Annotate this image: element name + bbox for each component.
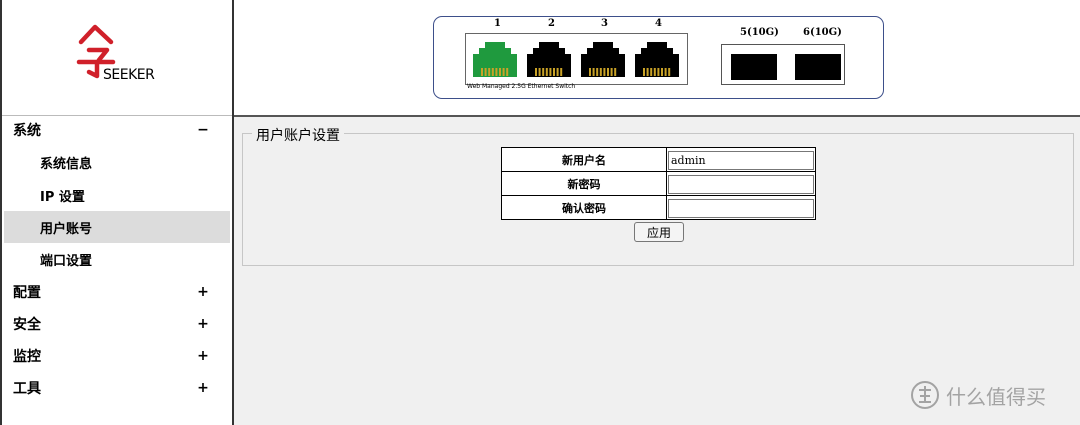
watermark: 什么值得买 [910, 380, 1046, 410]
sidebar-item-label: 系统信息 [40, 156, 93, 172]
sidebar-item-label: 系统 [13, 123, 41, 139]
form-cell [666, 147, 816, 172]
sidebar-item-label: 配置 [13, 285, 41, 301]
new-username-label: 新用户名 [501, 147, 667, 172]
sfp-label: 6(10G) [803, 27, 842, 38]
watermark-text: 什么值得买 [946, 384, 1046, 409]
switch-header: 1 2 3 4 Web Managed 2.5G Ethernet Switch… [234, 0, 1080, 117]
port-number: 2 [548, 18, 555, 29]
new-password-input[interactable] [668, 175, 814, 194]
sidebar-item-ip-settings[interactable]: IP 设置 [4, 179, 230, 211]
sidebar: SEEKER 系统 − 系统信息 IP 设置 用户账号 端口设置 配置 + 安全… [0, 0, 234, 425]
sidebar-item-tools[interactable]: 工具 + [4, 372, 230, 404]
new-username-input[interactable] [668, 151, 814, 170]
port-number: 1 [494, 18, 501, 29]
form-row: 新密码 [501, 171, 816, 196]
sidebar-item-system-info[interactable]: 系统信息 [4, 146, 230, 178]
new-password-label: 新密码 [501, 171, 667, 196]
confirm-password-label: 确认密码 [501, 195, 667, 220]
sidebar-item-port-settings[interactable]: 端口设置 [4, 243, 230, 275]
sidebar-item-label: IP 设置 [40, 189, 85, 205]
brand-logo: SEEKER [2, 0, 232, 116]
brand-text: SEEKER [103, 67, 155, 83]
sidebar-item-security[interactable]: 安全 + [4, 308, 230, 340]
section-title: 用户账户设置 [252, 125, 344, 145]
rj45-port-icon[interactable] [579, 40, 627, 78]
sfp-port-icon[interactable] [731, 54, 777, 80]
sfp-port-icon[interactable] [795, 54, 841, 80]
expand-icon[interactable]: + [197, 316, 209, 332]
form-row: 确认密码 [501, 195, 816, 220]
sidebar-item-config[interactable]: 配置 + [4, 276, 230, 308]
sidebar-item-label: 安全 [13, 317, 41, 333]
rj45-port-icon[interactable] [633, 40, 681, 78]
sidebar-item-system[interactable]: 系统 − [4, 114, 230, 146]
account-form: 新用户名 新密码 确认密码 [501, 147, 816, 220]
sidebar-item-label: 监控 [13, 349, 41, 365]
zhi-logo-icon [911, 381, 939, 409]
port-number: 3 [601, 18, 608, 29]
sfp-port-group [721, 44, 845, 85]
collapse-icon[interactable]: − [197, 122, 209, 138]
sidebar-item-user-account[interactable]: 用户账号 [4, 211, 230, 243]
port-number: 4 [655, 18, 662, 29]
sidebar-item-label: 用户账号 [40, 221, 93, 237]
sidebar-item-monitor[interactable]: 监控 + [4, 340, 230, 372]
rj45-port-icon[interactable] [525, 40, 573, 78]
switch-panel: 1 2 3 4 Web Managed 2.5G Ethernet Switch… [433, 16, 884, 99]
main-content: 用户账户设置 新用户名 新密码 确认密码 应用 [234, 117, 1080, 425]
rj45-port-group [465, 33, 688, 85]
form-row: 新用户名 [501, 147, 816, 172]
rj45-port-icon[interactable] [471, 40, 519, 78]
sfp-label: 5(10G) [740, 27, 779, 38]
switch-caption: Web Managed 2.5G Ethernet Switch [467, 83, 576, 90]
form-cell [666, 195, 816, 220]
apply-button[interactable]: 应用 [634, 222, 684, 242]
expand-icon[interactable]: + [197, 348, 209, 364]
sidebar-item-label: 工具 [13, 381, 41, 397]
form-cell [666, 171, 816, 196]
user-account-fieldset: 用户账户设置 新用户名 新密码 确认密码 应用 [242, 125, 1074, 266]
sidebar-item-label: 端口设置 [40, 253, 93, 269]
expand-icon[interactable]: + [197, 284, 209, 300]
expand-icon[interactable]: + [197, 380, 209, 396]
confirm-password-input[interactable] [668, 199, 814, 218]
